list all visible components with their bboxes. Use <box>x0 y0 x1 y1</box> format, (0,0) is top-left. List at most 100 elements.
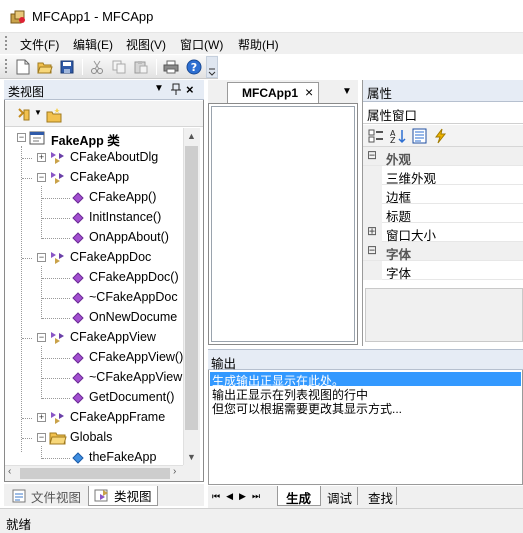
tree-node-method[interactable]: CFakeAppDoc() <box>5 268 183 288</box>
variable-icon <box>71 450 87 465</box>
expand-icon[interactable]: ⊞ <box>367 224 377 238</box>
tree-node-method[interactable]: CFakeAppView() <box>5 348 183 368</box>
tab-nav-buttons[interactable]: ⏮◀▶⏭ <box>212 491 266 502</box>
help-icon[interactable]: ? <box>185 58 203 76</box>
scroll-up-icon[interactable]: ▲ <box>187 131 196 141</box>
open-folder-icon[interactable] <box>36 58 54 76</box>
tree-node-label: ~CFakeAppDoc <box>89 290 178 304</box>
menu-grip-handle[interactable] <box>4 35 8 51</box>
scrollbar-thumb[interactable] <box>20 468 170 479</box>
collapse-icon[interactable]: ⊟ <box>367 148 377 162</box>
tree-node-class[interactable]: + CFakeAppFrame <box>5 408 183 428</box>
pin-icon[interactable] <box>170 82 182 99</box>
tree-node-variable[interactable]: theFakeApp <box>5 448 183 465</box>
tree-node-class[interactable]: − CFakeAppDoc <box>5 248 183 268</box>
tree-node-class[interactable]: + CFakeAboutDlg <box>5 148 183 168</box>
paste-icon[interactable] <box>132 58 150 76</box>
properties-object-combo[interactable]: 属性窗口 <box>363 102 523 124</box>
scrollbar-thumb[interactable] <box>185 146 198 430</box>
svg-text:Z: Z <box>390 136 396 144</box>
menu-window[interactable]: 窗口(W) <box>180 36 223 53</box>
tree-node-method[interactable]: ~CFakeAppView <box>5 368 183 388</box>
property-row[interactable]: ⊞ 窗口大小 <box>363 223 523 243</box>
tree-node-class[interactable]: − CFakeAppView <box>5 328 183 348</box>
copy-icon[interactable] <box>110 58 128 76</box>
tree-node-method[interactable]: CFakeApp() <box>5 188 183 208</box>
tree-node-method[interactable]: OnAppAbout() <box>5 228 183 248</box>
class-icon <box>49 250 65 266</box>
method-icon <box>71 210 87 226</box>
toolbar-separator <box>156 59 157 75</box>
status-text: 就绪 <box>6 518 32 532</box>
document-tab[interactable]: MFCApp1 × <box>227 82 319 103</box>
tab-class-view[interactable]: 类视图 <box>88 486 158 506</box>
collapse-icon[interactable]: ⊟ <box>367 243 377 257</box>
scroll-right-icon[interactable]: › <box>173 466 176 477</box>
toolbar-grip-handle[interactable] <box>4 58 8 74</box>
expand-icon[interactable]: + <box>37 413 46 422</box>
property-row[interactable]: 边框 <box>363 185 523 205</box>
tree-node-globals[interactable]: − Globals <box>5 428 183 448</box>
tree-node-method[interactable]: OnNewDocume <box>5 308 183 328</box>
property-pages-icon[interactable] <box>412 128 428 147</box>
first-tab-icon[interactable]: ⏮ <box>212 491 226 501</box>
last-tab-icon[interactable]: ⏭ <box>252 491 266 501</box>
scroll-left-icon[interactable]: ‹ <box>8 466 11 477</box>
tab-find[interactable]: 查找 <box>368 488 393 507</box>
property-category-appearance[interactable]: ⊟ 外观 <box>363 147 523 167</box>
alphabetical-icon[interactable]: AZ <box>389 128 407 147</box>
categorized-icon[interactable] <box>368 128 384 147</box>
cut-icon[interactable] <box>88 58 106 76</box>
sort-icon[interactable] <box>16 107 32 126</box>
property-row[interactable]: 标题 <box>363 204 523 224</box>
app-icon[interactable] <box>10 9 26 25</box>
collapse-icon[interactable]: − <box>17 133 26 142</box>
close-tab-icon[interactable]: × <box>305 84 313 100</box>
document-view[interactable] <box>211 106 355 342</box>
tree-node-class[interactable]: − CFakeApp <box>5 168 183 188</box>
new-folder-icon[interactable] <box>46 107 62 126</box>
tab-list-dropdown-icon[interactable]: ▼ <box>342 86 352 97</box>
tree-node-label: OnNewDocume <box>89 310 178 324</box>
next-tab-icon[interactable]: ▶ <box>239 491 252 501</box>
method-icon <box>71 310 87 326</box>
menu-help[interactable]: 帮助(H) <box>238 36 279 53</box>
tree-node-label: CFakeAboutDlg <box>70 150 159 164</box>
property-row[interactable]: 字体 <box>363 261 523 281</box>
project-icon <box>29 130 45 146</box>
save-icon[interactable] <box>58 58 76 76</box>
scroll-down-icon[interactable]: ▼ <box>187 452 196 462</box>
menu-edit[interactable]: 编辑(E) <box>73 36 113 53</box>
menu-file[interactable]: 文件(F) <box>20 36 59 53</box>
tree-node-method[interactable]: GetDocument() <box>5 388 183 408</box>
tree-node-method[interactable]: ~CFakeAppDoc <box>5 288 183 308</box>
prev-tab-icon[interactable]: ◀ <box>226 491 239 501</box>
collapse-icon[interactable]: − <box>37 433 46 442</box>
property-label: 字体 <box>386 267 412 281</box>
toolbar-overflow-button[interactable] <box>206 56 218 78</box>
new-file-icon[interactable] <box>14 58 32 76</box>
property-row[interactable]: 三维外观 <box>363 166 523 186</box>
tree-node-method[interactable]: InitInstance() <box>5 208 183 228</box>
pane-menu-icon[interactable]: ▼ <box>154 83 164 94</box>
tab-debug[interactable]: 调试 <box>327 488 352 507</box>
property-category-font[interactable]: ⊟ 字体 <box>363 242 523 262</box>
class-view-title: 类视图 <box>8 85 45 99</box>
events-icon[interactable] <box>433 128 447 147</box>
method-icon <box>71 230 87 246</box>
combo-value: 属性窗口 <box>367 109 418 123</box>
collapse-icon[interactable]: − <box>37 173 46 182</box>
collapse-icon[interactable]: − <box>37 333 46 342</box>
output-line[interactable]: 但您可以根据需要更改其显示方式... <box>212 400 402 417</box>
print-icon[interactable] <box>162 58 180 76</box>
sort-dropdown-icon[interactable]: ▼ <box>34 108 42 117</box>
property-description-panel <box>365 288 523 342</box>
folder-icon <box>49 430 67 446</box>
tab-file-view[interactable]: 文件视图 <box>6 486 86 506</box>
collapse-icon[interactable]: − <box>37 253 46 262</box>
expand-icon[interactable]: + <box>37 153 46 162</box>
menu-view[interactable]: 视图(V) <box>126 36 166 53</box>
tab-build[interactable]: 生成 <box>277 486 321 506</box>
method-icon <box>71 390 87 406</box>
close-icon[interactable]: × <box>186 82 194 97</box>
